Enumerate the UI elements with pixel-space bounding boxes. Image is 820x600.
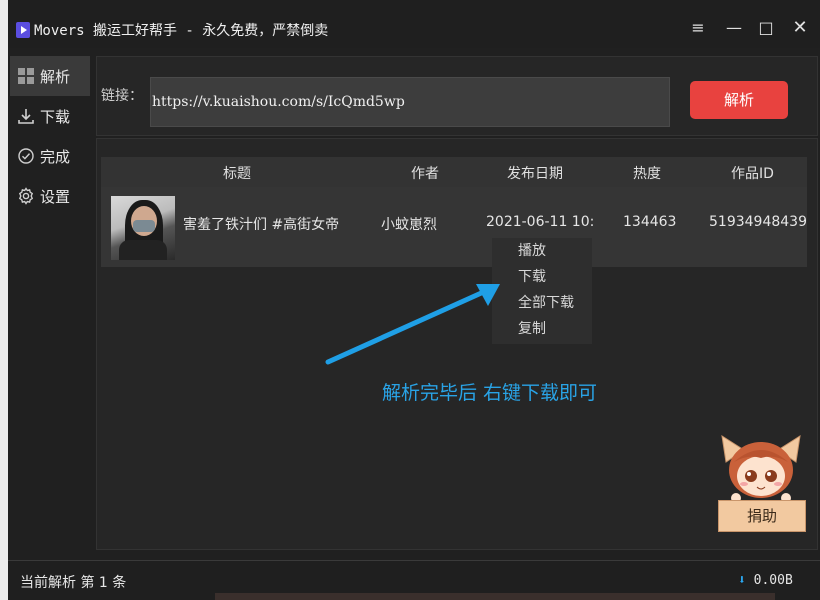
sidebar-item-label: 解析 <box>40 67 71 86</box>
column-header-title[interactable]: 标题 <box>223 163 251 183</box>
sidebar-item-parse[interactable]: 解析 <box>10 56 90 96</box>
desktop-background-bottom <box>215 592 775 600</box>
sidebar-item-complete[interactable]: 完成 <box>10 136 90 176</box>
column-header-date[interactable]: 发布日期 <box>507 163 563 183</box>
sidebar: 解析 下载 完成 设置 <box>8 56 94 216</box>
download-arrow-icon: ⬇ <box>738 573 746 588</box>
maximize-button[interactable]: □ <box>752 14 780 42</box>
row-author: 小蚊崽烈 <box>381 217 437 233</box>
column-header-author[interactable]: 作者 <box>411 163 439 183</box>
donate-button[interactable]: 捐助 <box>714 432 808 532</box>
download-icon <box>16 106 36 126</box>
row-id: 51934948439223 <box>709 214 807 230</box>
app-logo-icon <box>16 22 30 38</box>
annotation-arrow-icon <box>325 284 500 365</box>
status-text: 当前解析 第 1 条 <box>20 575 127 591</box>
table-row[interactable]: 害羞了铁汁们 #高街女帝 小蚊崽烈 2021-06-11 10: 134463 … <box>101 187 807 267</box>
check-circle-icon <box>16 146 36 166</box>
sidebar-item-settings[interactable]: 设置 <box>10 176 90 216</box>
annotation-text: 解析完毕后 右键下载即可 <box>382 382 598 404</box>
desktop-background <box>0 0 8 600</box>
sidebar-item-label: 下载 <box>40 107 71 126</box>
parse-button[interactable]: 解析 <box>690 81 788 119</box>
download-speed-value: 0.00B <box>753 573 793 588</box>
link-panel: 链接： https://v.kuaishou.com/s/IcQmd5wp 解析 <box>96 56 818 136</box>
title-bar: Movers 搬运工好帮手 - 永久免费，严禁倒卖 ≡ — □ ✕ <box>8 8 820 48</box>
download-speed: ⬇ 0.00B <box>738 573 793 588</box>
window-title: Movers 搬运工好帮手 - 永久免费，严禁倒卖 <box>34 23 329 39</box>
menu-button[interactable]: ≡ <box>684 14 712 42</box>
sidebar-item-label: 设置 <box>40 187 71 206</box>
mascot-icon <box>721 434 801 503</box>
sidebar-item-label: 完成 <box>40 147 71 166</box>
table-header: 标题 作者 发布日期 热度 作品ID <box>101 157 807 187</box>
sidebar-item-download[interactable]: 下载 <box>10 96 90 136</box>
column-header-id[interactable]: 作品ID <box>731 163 774 183</box>
link-input-value: https://v.kuaishou.com/s/IcQmd5wp <box>152 94 405 110</box>
row-title: 害羞了铁汁们 #高街女帝 <box>183 217 340 233</box>
grid-icon <box>16 66 36 86</box>
close-button[interactable]: ✕ <box>786 14 814 42</box>
row-heat: 134463 <box>623 214 677 230</box>
status-bar: 当前解析 第 1 条 ⬇ 0.00B <box>8 560 820 593</box>
gear-icon <box>16 186 36 206</box>
context-menu-play[interactable]: 播放 <box>492 238 592 264</box>
row-date: 2021-06-11 10: <box>486 214 595 230</box>
donate-label: 捐助 <box>718 500 806 532</box>
link-label: 链接： <box>101 88 143 104</box>
video-thumbnail <box>111 196 175 260</box>
column-header-heat[interactable]: 热度 <box>633 163 661 183</box>
minimize-button[interactable]: — <box>720 14 748 42</box>
link-input[interactable]: https://v.kuaishou.com/s/IcQmd5wp <box>150 77 670 127</box>
